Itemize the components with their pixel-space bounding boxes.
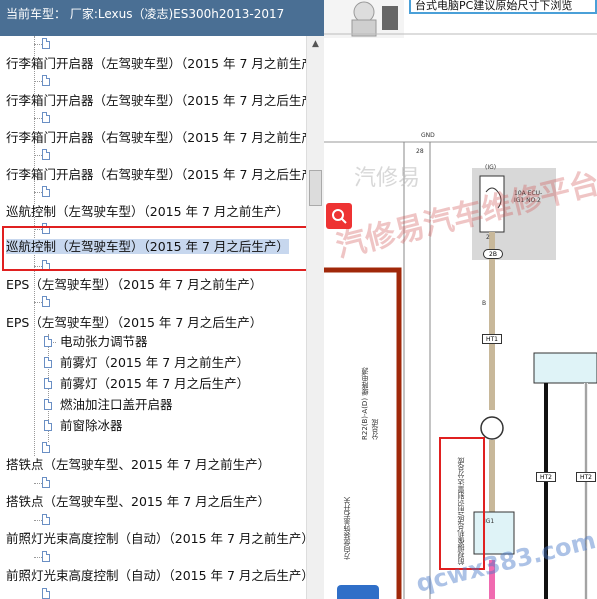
document-icon[interactable] [42, 514, 50, 525]
document-icon[interactable] [42, 38, 50, 49]
tree-item-label: 前照灯光束高度控制（自动）（2015 年 7 月之后生产） [6, 568, 306, 583]
connector-ht2: HT2 [536, 472, 556, 482]
current-vehicle-header: 当前车型： 厂家:Lexus（凌志)ES300h2013-2017 [0, 0, 324, 36]
gnd-label: GND [421, 132, 435, 139]
tree-item-label: 行李箱门开启器（左驾驶车型）（2015 年 7 月之前生产） [6, 56, 306, 71]
watermark: 汽修易 [354, 166, 421, 191]
component-label: R22(B)-A(D) 缓降电源分总成 [361, 367, 379, 440]
tree-connector [34, 44, 42, 45]
document-icon[interactable] [44, 420, 52, 431]
tree-subitem[interactable]: 前雾灯（2015 年 7 月之后生产） [60, 373, 249, 395]
tree-subitem-label: 前雾灯（2015 年 7 月之前生产） [60, 355, 250, 370]
tree-item-label: 行李箱门开启器（右驾驶车型）（2015 年 7 月之后生产） [6, 167, 306, 182]
document-icon[interactable] [44, 336, 52, 347]
tree-subitem-label: 电动张力调节器 [60, 334, 148, 349]
tree-item[interactable]: 行李箱门开启器（左驾驶车型）（2015 年 7 月之前生产） [0, 53, 306, 75]
tree-connector [34, 118, 42, 119]
vertical-scrollbar[interactable]: ▲ [306, 36, 324, 599]
tree-connector [34, 520, 42, 521]
tree-item[interactable]: 行李箱门开启器（右驾驶车型）（2015 年 7 月之前生产） [0, 127, 306, 149]
tree-subitem[interactable]: 燃油加注口盖开启器 [60, 394, 173, 416]
wire-color-label: B [482, 300, 487, 307]
scroll-up-arrow-icon[interactable]: ▲ [307, 36, 324, 53]
tree-item[interactable]: 行李箱门开启器（右驾驶车型）（2015 年 7 月之后生产） [0, 164, 306, 186]
current-vehicle-label: 当前车型： 厂家:Lexus（凌志)ES300h2013-2017 [6, 7, 285, 21]
tree-connector [34, 557, 42, 558]
tree-item-label: 行李箱门开启器（左驾驶车型）（2015 年 7 月之后生产） [6, 93, 306, 108]
tree-subitem[interactable]: 前窗除冰器 [60, 415, 123, 437]
document-icon[interactable] [42, 186, 50, 197]
tree-subitem-label: 前雾灯（2015 年 7 月之后生产） [60, 376, 250, 391]
tree-item[interactable]: 行李箱门开启器（左驾驶车型）（2015 年 7 月之后生产） [0, 90, 306, 112]
document-icon[interactable] [42, 75, 50, 86]
tree-item-label: 巡航控制（左驾驶车型）（2015 年 7 月之前生产） [6, 204, 289, 219]
document-icon[interactable] [42, 588, 50, 599]
tree-item-label: EPS（左驾驶车型）（2015 年 7 月之前生产） [6, 277, 263, 292]
search-button[interactable] [326, 203, 352, 229]
document-icon[interactable] [44, 399, 52, 410]
bottom-tab-button[interactable] [337, 585, 379, 599]
tree-panel: 当前车型： 厂家:Lexus（凌志)ES300h2013-2017 行李箱门开启… [0, 0, 324, 599]
tree-subitem-label: 前窗除冰器 [60, 418, 123, 433]
ig1-label: IG1 [484, 518, 495, 525]
tree-item[interactable]: 巡航控制（左驾驶车型）（2015 年 7 月之前生产） [0, 201, 289, 223]
component-label: 方向盘装饰盖右开关 [343, 497, 351, 560]
tree-connector [34, 81, 42, 82]
tree-connector [34, 155, 42, 156]
connector-ht2-right: HT2 [576, 472, 596, 482]
connector-ht1: HT1 [482, 334, 502, 344]
tree-item[interactable]: EPS（左驾驶车型）（2015 年 7 月之前生产） [0, 274, 262, 296]
tree-subitem-label: 燃油加注口盖开启器 [60, 397, 173, 412]
tree-connector [34, 483, 42, 484]
tree-subitem[interactable]: 电动张力调节器 [60, 331, 148, 353]
tree-item-label: 搭铁点（左驾驶车型、2015 年 7 月之后生产） [6, 494, 271, 509]
tree-item[interactable]: 前照灯光束高度控制（自动）（2015 年 7 月之前生产） [0, 528, 306, 550]
scrollbar-thumb[interactable] [309, 170, 322, 206]
highlight-box [439, 437, 485, 570]
document-icon[interactable] [42, 477, 50, 488]
highlight-box [2, 226, 315, 271]
tree-item[interactable]: 搭铁点（左驾驶车型、2015 年 7 月之后生产） [0, 491, 270, 513]
connector-2b: 2B [483, 249, 503, 259]
magnifier-icon [332, 209, 347, 224]
document-tree: 行李箱门开启器（左驾驶车型）（2015 年 7 月之前生产） 行李箱门开启器（左… [0, 36, 306, 599]
document-icon[interactable] [44, 357, 52, 368]
document-icon[interactable] [42, 149, 50, 160]
ig-label: (IG) [485, 164, 497, 171]
document-icon[interactable] [42, 551, 50, 562]
document-icon[interactable] [42, 296, 50, 307]
pin-label: 28 [416, 148, 424, 155]
tree-connector [34, 192, 42, 193]
tree-item[interactable]: 前照灯光束高度控制（自动）（2015 年 7 月之后生产） [0, 565, 306, 587]
tree-item-label: 前照灯光束高度控制（自动）（2015 年 7 月之前生产） [6, 531, 306, 546]
document-icon[interactable] [42, 442, 50, 453]
tree-item-label: EPS（左驾驶车型）（2015 年 7 月之后生产） [6, 315, 263, 330]
tree-item-label: 行李箱门开启器（右驾驶车型）（2015 年 7 月之前生产） [6, 130, 306, 145]
document-icon[interactable] [42, 112, 50, 123]
document-icon[interactable] [44, 378, 52, 389]
tree-subitem[interactable]: 前雾灯（2015 年 7 月之前生产） [60, 352, 249, 374]
wiring-diagram-panel: 台式电脑PC建议原始尺寸下浏览 GND 28 (IG) 10A ECU-IG1 … [324, 0, 597, 599]
pin-label: 2 [486, 234, 490, 241]
tree-item[interactable]: 搭铁点（左驾驶车型、2015 年 7 月之前生产） [0, 454, 270, 476]
tree-item-label: 搭铁点（左驾驶车型、2015 年 7 月之前生产） [6, 457, 271, 472]
tree-connector [34, 302, 42, 303]
